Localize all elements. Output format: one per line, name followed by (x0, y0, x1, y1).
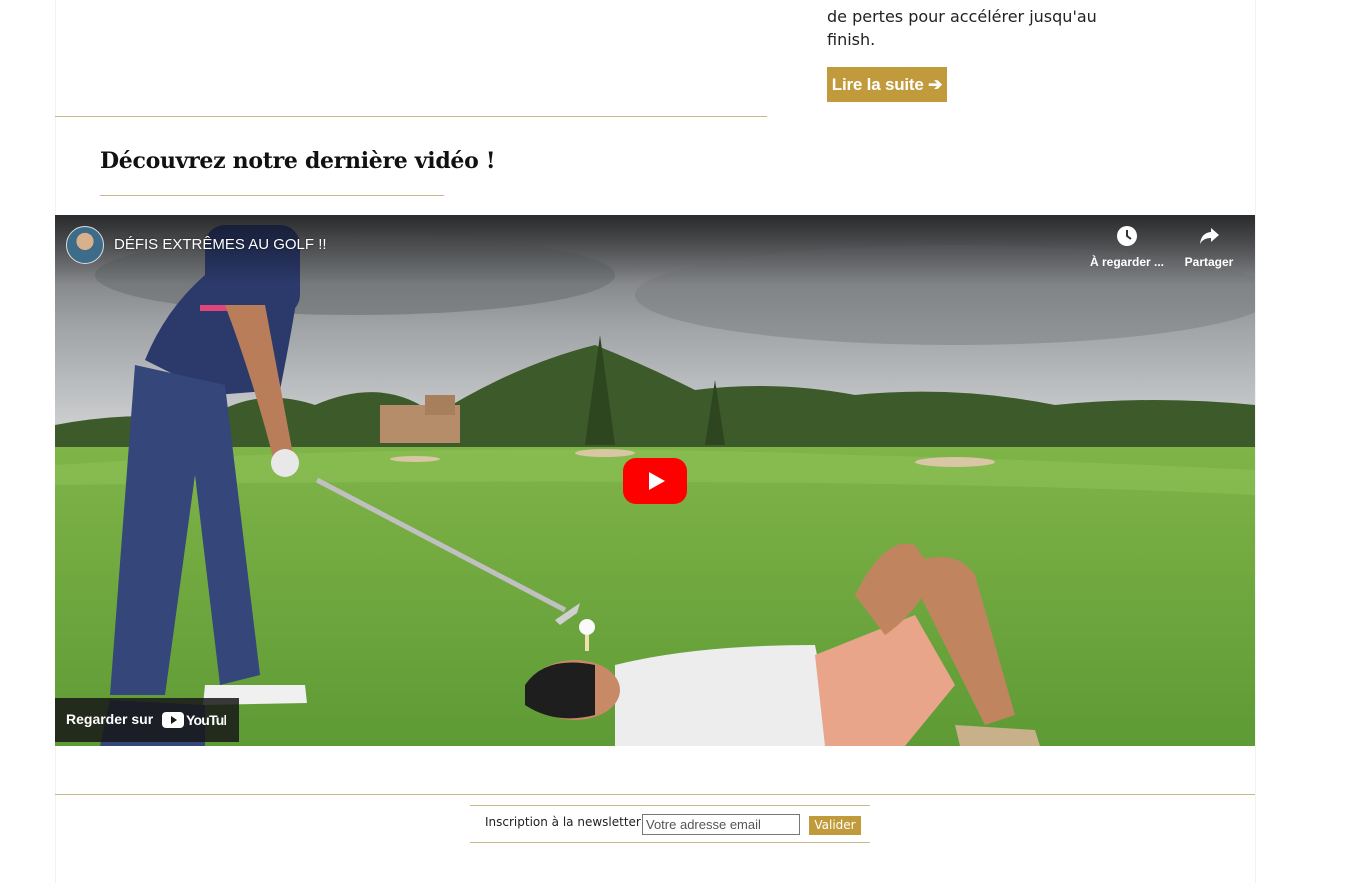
section-title: Découvrez notre dernière vidéo ! (100, 148, 496, 174)
newsletter-form: Inscription à la newsletter Valider (470, 805, 870, 843)
watch-later-button[interactable]: À regarder ... (1082, 225, 1172, 269)
watch-later-label: À regarder ... (1089, 255, 1165, 269)
share-label: Partager (1184, 255, 1234, 269)
play-button[interactable] (623, 458, 687, 504)
clock-icon (1082, 225, 1172, 251)
youtube-logo: YouTube (162, 711, 240, 732)
youtube-logo-icon: YouTube (162, 712, 240, 728)
youtube-play-icon (623, 458, 687, 504)
video-player[interactable]: DÉFIS EXTRÊMES AU GOLF !! À regarder ...… (55, 215, 1255, 746)
read-more-button[interactable]: Lire la suite ➔ (827, 67, 947, 102)
newsletter-submit-button[interactable]: Valider (809, 816, 861, 835)
youtube-wordmark: YouTube (186, 712, 226, 728)
channel-avatar[interactable] (66, 226, 104, 264)
email-field[interactable] (642, 814, 800, 835)
divider (55, 794, 1255, 795)
title-underline (100, 195, 444, 196)
newsletter-label: Inscription à la newsletter (485, 815, 641, 829)
watch-on-label: Regarder sur (66, 711, 154, 727)
watch-on-youtube-button[interactable]: Regarder sur YouTube (55, 698, 240, 742)
share-button[interactable]: Partager (1164, 225, 1254, 269)
share-arrow-icon (1164, 225, 1254, 251)
video-title[interactable]: DÉFIS EXTRÊMES AU GOLF !! (114, 236, 327, 253)
divider (55, 116, 767, 117)
article-snippet: de pertes pour accélérer jusqu'au finish… (827, 7, 1097, 49)
